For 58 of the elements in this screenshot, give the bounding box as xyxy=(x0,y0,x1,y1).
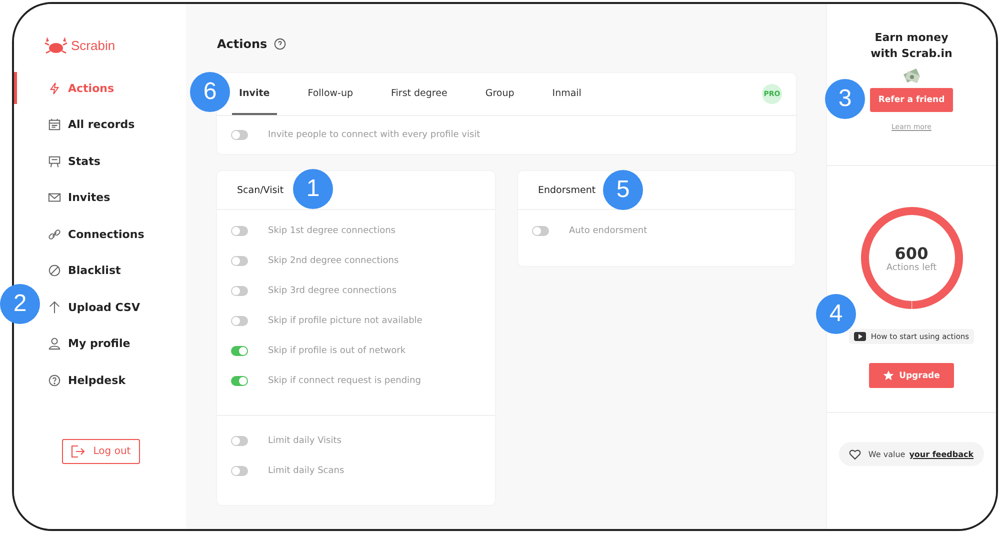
up-arrow-icon xyxy=(48,300,61,314)
toggle-switch[interactable] xyxy=(231,226,248,236)
user-icon xyxy=(48,337,61,350)
page-title: Actions xyxy=(217,37,268,51)
callout-badge: 2 xyxy=(0,284,40,324)
toggle-switch[interactable] xyxy=(231,466,248,476)
easel-icon xyxy=(48,154,61,168)
sidebar-item[interactable]: Blacklist xyxy=(48,252,121,289)
sidebar-item[interactable]: Stats xyxy=(48,143,100,180)
promo-title: with Scrab.in xyxy=(870,46,952,62)
sidebar-item[interactable]: My profile xyxy=(48,326,130,362)
calendar-icon xyxy=(48,118,61,132)
option-label: Limit daily Visits xyxy=(268,436,342,446)
toggle-switch[interactable] xyxy=(231,436,248,446)
envelope-icon xyxy=(48,191,61,204)
tab[interactable]: First degree xyxy=(384,73,454,115)
toggle-switch[interactable] xyxy=(231,130,248,140)
sidebar-item[interactable]: Helpdesk xyxy=(48,362,126,398)
option-label: Limit daily Scans xyxy=(268,466,344,476)
actions-caption: Actions left xyxy=(886,262,937,272)
option-label: Skip if connect request is pending xyxy=(268,376,421,386)
feedback-text: We value xyxy=(868,450,906,458)
star-icon xyxy=(883,370,894,381)
crab-logo-icon xyxy=(44,35,68,55)
brand-name: Scrabin xyxy=(71,38,116,52)
help-icon[interactable] xyxy=(274,38,286,50)
toggle-switch[interactable] xyxy=(231,286,248,296)
toggle-switch[interactable] xyxy=(532,226,549,236)
option-label: Invite people to connect with every profile visit xyxy=(268,130,480,140)
link-icon xyxy=(48,228,61,241)
sidebar-item[interactable]: Upload CSV xyxy=(48,289,140,326)
option-label: Skip 2nd degree connections xyxy=(268,256,399,266)
help-icon xyxy=(48,374,61,387)
ban-icon xyxy=(48,264,61,278)
tab[interactable]: Group xyxy=(478,73,522,115)
option-label: Auto endorsment xyxy=(569,226,648,236)
heart-icon xyxy=(849,448,862,460)
sidebar-item[interactable]: Connections xyxy=(48,216,144,252)
option-label: Skip 3rd degree connections xyxy=(268,286,397,296)
tab[interactable]: Invite xyxy=(232,73,277,115)
play-icon xyxy=(854,332,866,341)
tab[interactable]: Inmail xyxy=(545,73,588,115)
sidebar-item[interactable]: All records xyxy=(48,106,135,143)
toggle-switch[interactable] xyxy=(231,376,248,386)
feedback-link[interactable]: your feedback xyxy=(909,450,974,458)
lightning-icon xyxy=(48,82,61,95)
promo-title: Earn money xyxy=(874,30,948,46)
tab[interactable]: Follow-up xyxy=(300,73,360,115)
toggle-switch[interactable] xyxy=(231,256,248,266)
toggle-switch[interactable] xyxy=(231,316,248,326)
option-label: Skip 1st degree connections xyxy=(268,226,396,236)
actions-count: 600 xyxy=(894,244,928,262)
option-label: Skip if profile picture not available xyxy=(268,316,422,326)
toggle-switch[interactable] xyxy=(231,346,248,356)
sidebar-item[interactable]: Invites xyxy=(48,180,110,216)
active-indicator xyxy=(14,72,17,104)
logout-icon xyxy=(71,444,86,458)
option-label: Skip if profile is out of network xyxy=(268,346,406,356)
